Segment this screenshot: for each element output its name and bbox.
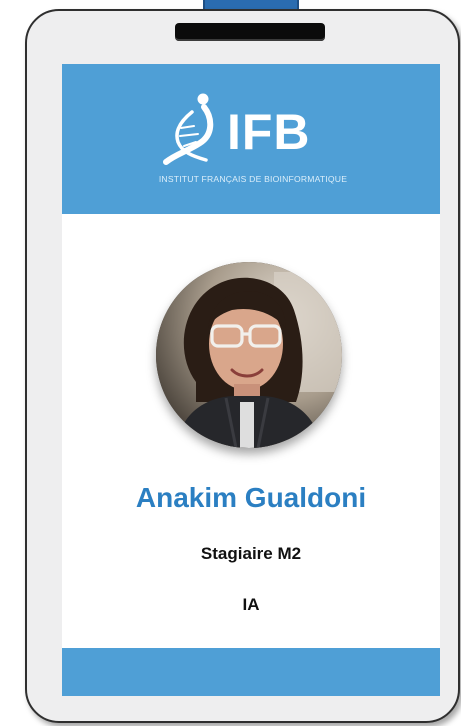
dna-helix-icon	[163, 93, 214, 165]
person-photo	[156, 262, 342, 448]
ifb-logo: IFB INSTITUT FRANÇAIS DE BIOINFORMATIQUE	[148, 86, 358, 196]
person-portrait-icon	[156, 262, 342, 448]
person-role: Stagiaire M2	[200, 544, 302, 563]
logo-tagline: INSTITUT FRANÇAIS DE BIOINFORMATIQUE	[158, 174, 348, 184]
person-name: Anakim Gualdoni	[135, 482, 367, 513]
badge-footer	[62, 648, 440, 696]
badge-header: IFB INSTITUT FRANÇAIS DE BIOINFORMATIQUE	[62, 64, 440, 214]
badge-stage: IFB INSTITUT FRANÇAIS DE BIOINFORMATIQUE	[0, 0, 461, 726]
badge-panel: IFB INSTITUT FRANÇAIS DE BIOINFORMATIQUE	[62, 64, 440, 696]
lanyard-slot	[175, 23, 325, 41]
person-team: IA	[242, 595, 260, 614]
logo-acronym: IFB	[227, 104, 311, 160]
